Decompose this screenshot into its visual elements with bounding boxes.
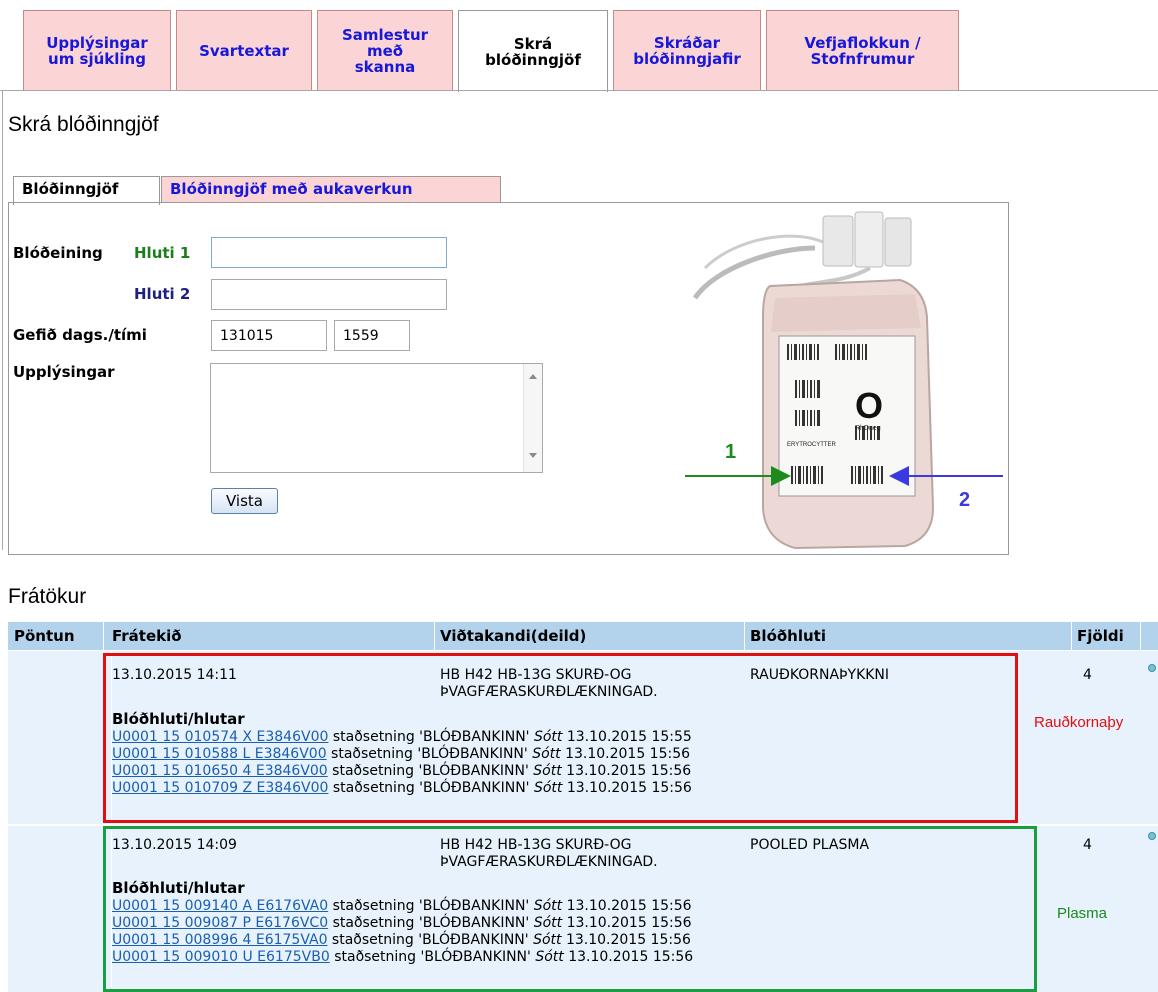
- annotation-red-cells: Rauðkornaþy: [1034, 714, 1124, 731]
- part1-input[interactable]: [211, 237, 447, 268]
- annotation-plasma: Plasma: [1057, 905, 1108, 922]
- tab-register-transfusion[interactable]: Skrá blóðinngjöf: [458, 10, 608, 92]
- tab-patient-info[interactable]: Upplýsingar um sjúkling: [23, 10, 171, 90]
- date-input[interactable]: [211, 320, 327, 351]
- part2-input[interactable]: [211, 279, 447, 310]
- tab-registered-transfusions[interactable]: Skráðar blóðinngjafir: [613, 10, 761, 90]
- status-dot-icon[interactable]: [1148, 832, 1156, 840]
- col-divider: [744, 622, 745, 650]
- arrow-2-label: 2: [959, 489, 970, 511]
- time-input[interactable]: [334, 320, 410, 351]
- col-divider: [1140, 622, 1141, 650]
- col-divider: [103, 622, 104, 650]
- scroll-up-icon[interactable]: [529, 374, 537, 379]
- table-header: Pöntun Frátekið Viðtakandi(deild) Blóðhl…: [8, 622, 1158, 650]
- col-divider: [434, 622, 435, 650]
- tab-scanner-check[interactable]: Samlestur með skanna: [317, 10, 453, 90]
- col-recipient[interactable]: Viðtakandi(deild): [440, 622, 586, 650]
- unit-count: 4: [1083, 667, 1092, 683]
- scroll-down-icon[interactable]: [529, 453, 537, 458]
- col-count[interactable]: Fjöldi: [1077, 622, 1124, 650]
- col-divider: [1071, 622, 1072, 650]
- col-component[interactable]: Blóðhluti: [750, 622, 826, 650]
- top-tab-bar: Upplýsingar um sjúkling Svartextar Samle…: [23, 10, 959, 92]
- rh-text: RhDneg: [855, 425, 881, 432]
- unit-count: 4: [1083, 837, 1092, 853]
- status-dot-icon[interactable]: [1148, 664, 1156, 672]
- given-datetime-label: Gefið dags./tími: [13, 326, 147, 344]
- tab-black-texts[interactable]: Svartextar: [176, 10, 312, 90]
- textarea-scrollbar[interactable]: [523, 364, 542, 472]
- blood-unit-label: Blóðeining: [13, 244, 103, 262]
- highlight-box-green: [103, 826, 1037, 992]
- part1-label: Hluti 1: [134, 244, 191, 262]
- tab-transfusion[interactable]: Blóðinngjöf: [13, 176, 160, 205]
- content-left-border: [2, 90, 3, 550]
- col-order[interactable]: Pöntun: [14, 622, 75, 650]
- page-title: Skrá blóðinngjöf: [8, 113, 159, 136]
- product-text: ERYTROCYTTER: [787, 442, 837, 448]
- save-button[interactable]: Vista: [211, 488, 278, 514]
- tab-transfusion-with-reaction[interactable]: Blóðinngjöf með aukaverkun: [161, 176, 501, 203]
- part2-label: Hluti 2: [134, 285, 191, 303]
- arrow-1-label: 1: [725, 441, 736, 463]
- tab-baseline: [0, 90, 1158, 91]
- blood-bag-image: O RhDneg ERYTROCYTTER 1 2: [685, 211, 1003, 550]
- reservations-title: Frátökur: [8, 585, 87, 608]
- tab-tissue-typing[interactable]: Vefjaflokkun / Stofnfrumur: [766, 10, 959, 90]
- info-label: Upplýsingar: [13, 363, 115, 381]
- info-textarea[interactable]: [210, 363, 543, 473]
- col-reserved[interactable]: Frátekið: [112, 622, 182, 650]
- blood-group-text: O: [855, 385, 883, 426]
- highlight-box-red: [103, 653, 1018, 823]
